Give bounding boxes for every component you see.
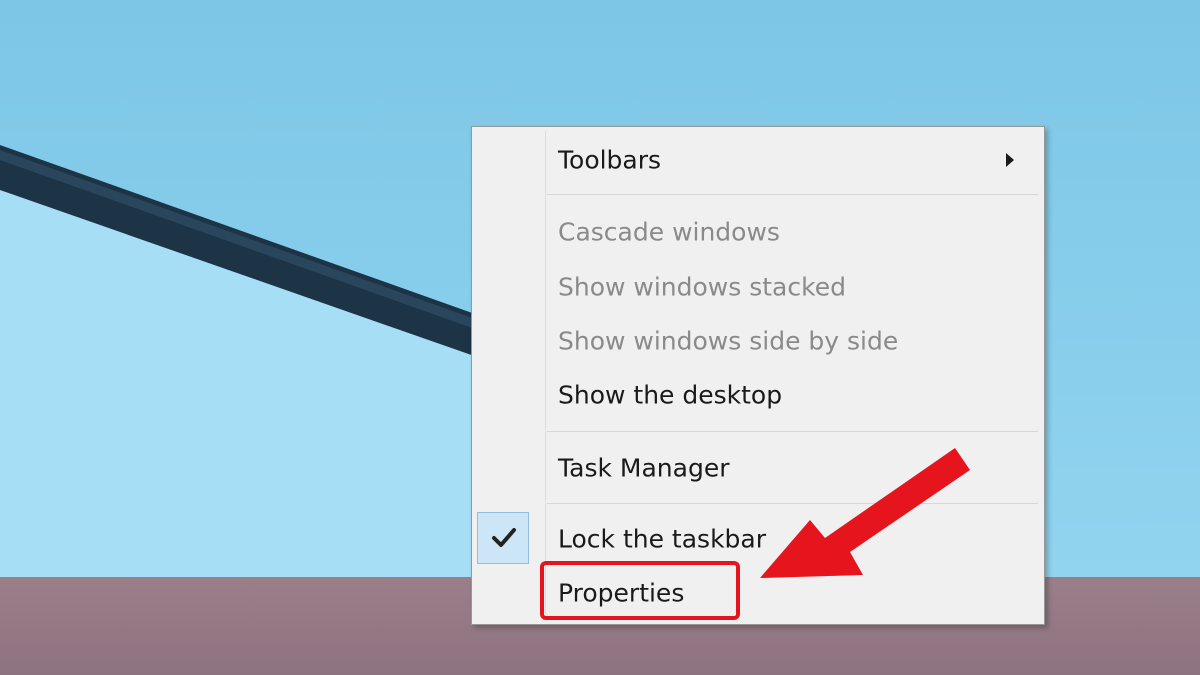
menu-item-show-the-desktop[interactable]: Show the desktop: [476, 372, 1040, 418]
menu-separator: [547, 194, 1038, 195]
menu-item-show-windows-stacked[interactable]: Show windows stacked: [476, 264, 1040, 310]
menu-item-toolbars[interactable]: Toolbars: [476, 137, 1040, 183]
red-arrow-annotation: [760, 448, 970, 578]
menu-item-label: Task Manager: [558, 453, 730, 483]
menu-item-label: Cascade windows: [558, 217, 780, 247]
menu-item-label: Show windows side by side: [558, 326, 899, 356]
menu-item-show-windows-side-by-side[interactable]: Show windows side by side: [476, 318, 1040, 364]
menu-item-label: Lock the taskbar: [558, 524, 767, 554]
menu-item-cascade-windows[interactable]: Cascade windows: [476, 209, 1040, 255]
menu-item-label: Toolbars: [558, 145, 662, 175]
properties-highlight-box: [540, 561, 740, 620]
desktop-background: Toolbars Cascade windows Show windows st…: [0, 0, 1200, 675]
menu-separator: [547, 431, 1038, 432]
menu-item-label: Show windows stacked: [558, 272, 846, 302]
chevron-right-icon: [1006, 153, 1014, 167]
menu-item-label: Show the desktop: [558, 380, 783, 410]
